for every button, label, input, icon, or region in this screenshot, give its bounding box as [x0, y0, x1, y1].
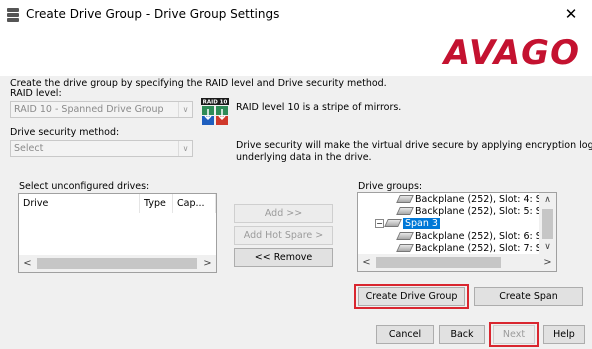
intro-text: Create the drive group by specifying the…	[10, 78, 387, 89]
back-button[interactable]: Back	[439, 325, 485, 344]
drive-groups-label: Drive groups:	[358, 181, 423, 192]
collapse-icon[interactable]: −	[375, 219, 384, 228]
scroll-left-icon[interactable]: <	[19, 255, 36, 272]
raid-description: RAID level 10 is a stripe of mirrors.	[236, 102, 402, 113]
vertical-scrollbar[interactable]: ∧ ∨	[539, 193, 556, 255]
scroll-right-icon[interactable]: >	[199, 255, 216, 272]
hard-drive-icon	[384, 219, 402, 227]
remove-button[interactable]: << Remove	[234, 248, 333, 267]
security-method-label: Drive security method:	[10, 127, 120, 138]
chevron-down-icon: ∨	[178, 102, 192, 117]
hard-drive-icon	[396, 195, 414, 203]
scrollbar-thumb[interactable]	[542, 209, 553, 239]
security-method-value: Select	[14, 143, 44, 154]
scroll-down-icon[interactable]: ∨	[539, 240, 556, 254]
security-description-line1: Drive security will make the virtual dri…	[236, 140, 592, 151]
avago-logo: AVAGO	[443, 33, 580, 73]
scroll-left-icon[interactable]: <	[358, 254, 375, 271]
column-header-capacity[interactable]: Cap...	[173, 194, 216, 213]
column-header-type[interactable]: Type	[140, 194, 173, 213]
add-button[interactable]: Add >>	[234, 204, 333, 223]
security-method-select[interactable]: Select ∨	[10, 140, 193, 157]
scroll-up-icon[interactable]: ∧	[539, 193, 556, 207]
hard-drive-icon	[396, 207, 414, 215]
disk-stack-icon	[7, 8, 19, 22]
scrollbar-thumb[interactable]	[37, 258, 197, 269]
create-span-button[interactable]: Create Span	[474, 287, 583, 306]
drive-groups-tree[interactable]: Backplane (252), Slot: 4: S Backplane (2…	[357, 192, 557, 272]
add-hot-spare-button[interactable]: Add Hot Spare >	[234, 226, 333, 245]
hard-drive-icon	[396, 244, 414, 252]
help-button[interactable]: Help	[543, 325, 585, 344]
raid-level-label: RAID level:	[10, 88, 62, 99]
raid-level-select[interactable]: RAID 10 - Spanned Drive Group ∨	[10, 101, 193, 118]
horizontal-scrollbar[interactable]: < >	[19, 255, 216, 272]
raid-10-icon: RAID 10	[201, 98, 229, 125]
svg-text:RAID 10: RAID 10	[203, 100, 228, 106]
close-button[interactable]: ✕	[556, 2, 586, 26]
security-description-line2: underlying data in the drive.	[236, 152, 372, 163]
create-drive-group-button[interactable]: Create Drive Group	[358, 287, 465, 306]
tree-span-item[interactable]: − Span 3	[375, 217, 440, 230]
window-title: Create Drive Group - Drive Group Setting…	[26, 7, 280, 21]
next-button[interactable]: Next	[493, 325, 535, 344]
column-header-drive[interactable]: Drive	[19, 194, 140, 213]
banner: AVAGO	[0, 30, 592, 76]
title-bar: Create Drive Group - Drive Group Setting…	[0, 0, 592, 30]
hard-drive-icon	[396, 232, 414, 240]
scroll-right-icon[interactable]: >	[539, 254, 556, 271]
dialog-body: AVAGO Create the drive group by specifyi…	[0, 30, 592, 349]
raid-level-value: RAID 10 - Spanned Drive Group	[14, 104, 164, 115]
unconfigured-drives-list[interactable]: Drive Type Cap... < >	[18, 193, 217, 273]
chevron-down-icon: ∨	[178, 141, 192, 156]
horizontal-scrollbar[interactable]: < >	[358, 254, 556, 271]
cancel-button[interactable]: Cancel	[376, 325, 434, 344]
unconfigured-drives-label: Select unconfigured drives:	[19, 181, 150, 192]
scrollbar-thumb[interactable]	[376, 257, 501, 268]
